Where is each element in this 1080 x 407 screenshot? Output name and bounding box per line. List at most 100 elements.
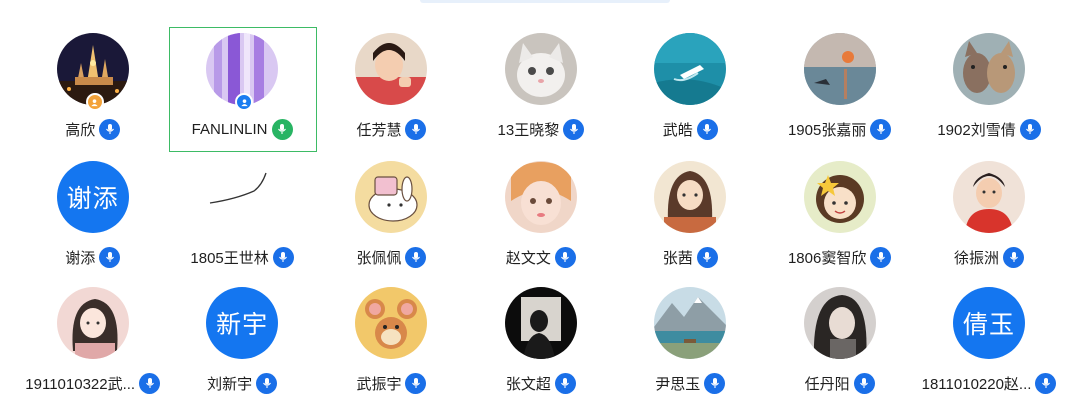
avatar [953,161,1026,233]
microphone-icon[interactable] [272,246,294,268]
avatar [654,161,727,233]
participant-tile[interactable]: 张茜 [616,152,765,278]
microphone-icon[interactable] [256,372,278,394]
participant-name: 武皓 [662,121,693,139]
participant-tile[interactable]: 1806窦智欣 [765,152,914,278]
participant-tile[interactable]: 赵文文 [466,152,615,278]
microphone-icon[interactable] [696,118,718,140]
participant-tile[interactable]: 武皓 [616,24,765,152]
microphone-icon[interactable] [853,372,875,394]
participant-name: 张文超 [505,375,551,393]
microphone-icon[interactable] [1035,372,1057,394]
avatar [803,33,876,105]
avatar-container: 新宇 [206,287,279,359]
avatar-container [56,287,129,359]
participant-name: 任芳慧 [356,121,402,139]
participant-label: 武皓 [663,118,718,140]
avatar [654,287,727,359]
microphone-icon[interactable] [563,118,585,140]
avatar [504,161,577,233]
avatar-container [803,287,876,359]
microphone-icon[interactable] [870,118,892,140]
microphone-icon[interactable] [554,246,576,268]
participant-name: 1805王世林 [190,249,269,267]
avatar-initials: 新宇 [206,287,279,359]
participant-tile[interactable]: 1902刘雪倩 [914,24,1063,152]
participant-name: 张茜 [662,249,693,267]
avatar [803,161,876,233]
participant-tile-selected[interactable]: FANLINLIN [167,24,318,152]
participant-tile[interactable]: 武振宇 [317,278,466,407]
participant-label: 13王晓黎 [498,118,585,140]
participant-tile[interactable]: 任芳慧 [317,24,466,152]
participant-label: 任丹阳 [805,372,875,394]
participant-tile[interactable]: 张佩佩 [317,152,466,278]
avatar-container [803,33,876,105]
user-badge-icon [235,93,254,111]
participant-name: 张佩佩 [356,249,402,267]
avatar-container [803,161,876,233]
participant-label: 赵文文 [506,246,576,268]
participant-tile[interactable]: 1905张嘉丽 [765,24,914,152]
avatar [504,33,577,105]
avatar-container [953,161,1026,233]
participant-tile[interactable]: 高欣 [18,24,167,152]
microphone-icon[interactable] [99,246,121,268]
top-bar-indicator [420,0,670,3]
microphone-icon[interactable] [405,246,427,268]
participant-tile[interactable]: 张文超 [466,278,615,407]
participant-label: 尹思玉 [655,372,726,394]
participant-name: 1811010220赵... [921,375,1032,393]
avatar [206,161,279,233]
avatar [953,33,1026,105]
microphone-icon[interactable] [1019,118,1041,140]
participant-label: 1902刘雪倩 [937,118,1041,140]
participant-name: 13王晓黎 [497,121,560,139]
avatar-container [504,161,577,233]
avatar-container: 谢添 [56,161,129,233]
microphone-icon[interactable] [554,372,576,394]
participant-tile[interactable]: 13王晓黎 [466,24,615,152]
participant-name: 1902刘雪倩 [937,121,1016,139]
avatar-container [206,161,279,233]
participant-tile[interactable]: 任丹阳 [765,278,914,407]
avatar-initials: 谢添 [56,161,129,233]
participant-label: 武振宇 [356,372,427,394]
avatar-container [206,33,279,111]
participant-tile[interactable]: 倩玉 1811010220赵... [914,278,1063,407]
microphone-icon[interactable] [139,372,161,394]
microphone-icon[interactable] [696,246,718,268]
participant-name: 赵文文 [505,249,551,267]
avatar-container [654,33,727,105]
participant-label: 1811010220赵... [922,372,1057,394]
participant-name: 1905张嘉丽 [787,121,867,139]
microphone-icon[interactable] [704,372,726,394]
microphone-icon[interactable] [1003,246,1025,268]
microphone-active-icon[interactable] [271,118,293,140]
avatar-initials: 倩玉 [953,287,1026,359]
avatar-container [654,287,727,359]
microphone-icon[interactable] [99,118,121,140]
microphone-icon[interactable] [405,372,427,394]
avatar [504,287,577,359]
participant-name: FANLINLIN [191,120,268,138]
participant-name: 高欣 [65,121,96,139]
participant-name: 尹思玉 [655,375,701,393]
participant-name: 任丹阳 [804,375,850,393]
avatar-container: 倩玉 [953,287,1026,359]
avatar [355,161,428,233]
participant-tile[interactable]: 徐振洲 [914,152,1063,278]
participant-label: 谢添 [65,246,121,268]
host-badge-icon [85,93,104,111]
participant-label: 1806窦智欣 [788,246,892,268]
participant-tile[interactable]: 尹思玉 [616,278,765,407]
microphone-icon[interactable] [405,118,427,140]
participant-tile[interactable]: 谢添 谢添 [18,152,167,278]
avatar-container [56,33,129,111]
participant-label: 张茜 [663,246,718,268]
participant-tile[interactable]: 1805王世林 [167,152,316,278]
microphone-icon[interactable] [870,246,892,268]
participant-tile[interactable]: 新宇 刘新宇 [167,278,316,407]
avatar-container [504,33,577,105]
participant-tile[interactable]: 1911010322武... [18,278,167,407]
